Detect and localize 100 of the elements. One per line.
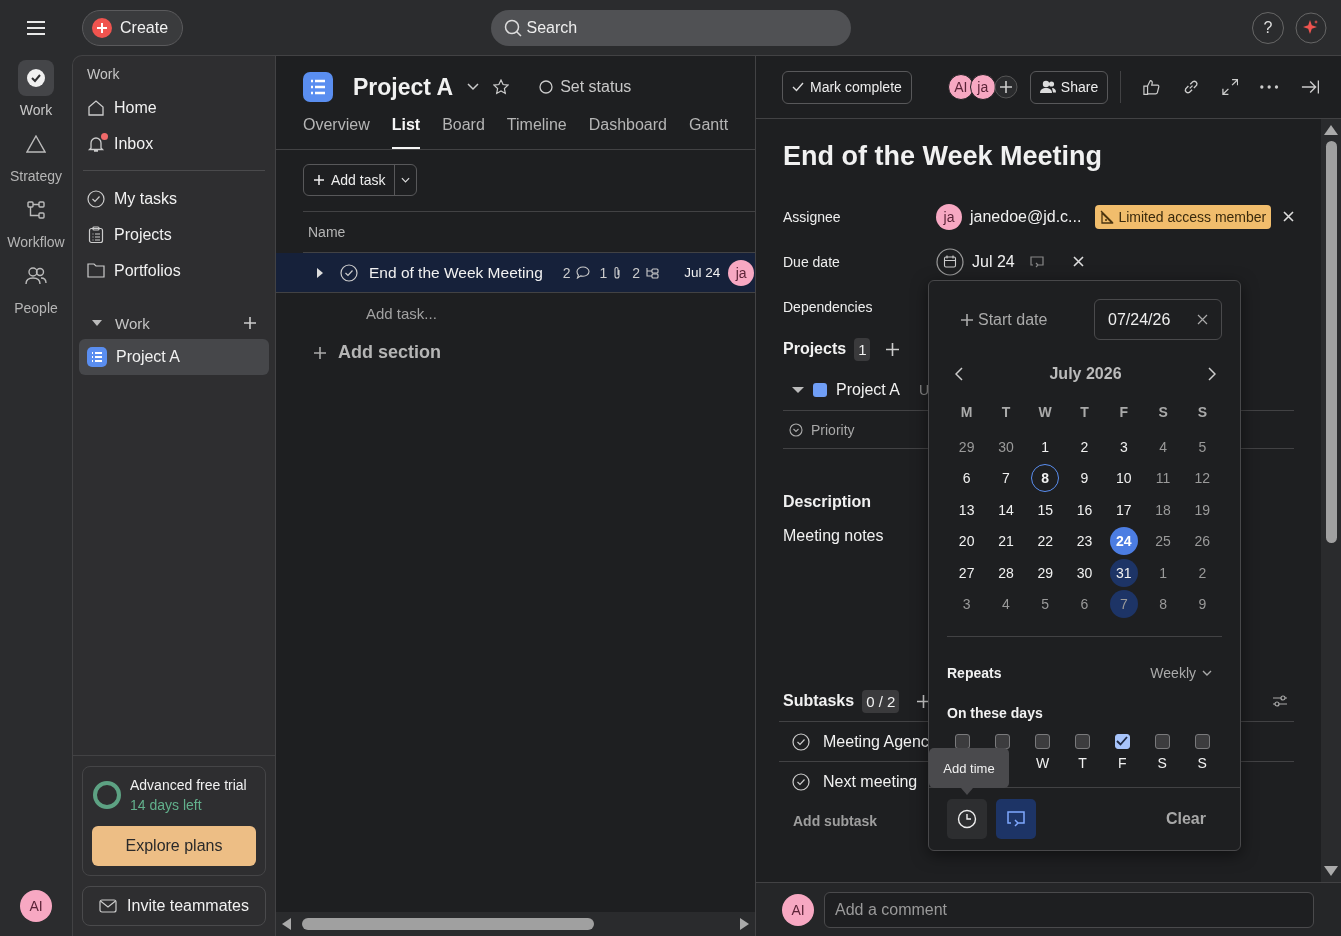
share-button[interactable]: Share xyxy=(1029,70,1109,104)
add-section-button[interactable]: Add section xyxy=(313,342,755,363)
caret-icon[interactable] xyxy=(792,385,804,394)
rail-item[interactable]: People xyxy=(14,258,58,316)
calendar-day[interactable]: 9 xyxy=(1188,590,1217,619)
assignee-email[interactable]: janedoe@jd.c... xyxy=(970,207,1082,226)
sidebar-item[interactable]: Portfolios xyxy=(79,253,269,289)
add-collaborator-icon[interactable] xyxy=(993,75,1018,99)
calendar-day[interactable]: 27 xyxy=(952,558,981,587)
add-icon[interactable] xyxy=(243,316,257,330)
calendar-day[interactable]: 7 xyxy=(991,464,1020,493)
calendar-day[interactable]: 6 xyxy=(952,464,981,493)
calendar-day[interactable]: 14 xyxy=(991,495,1020,524)
scroll-right-arrow-icon[interactable] xyxy=(739,918,749,930)
task-title[interactable]: End of the Week Meeting xyxy=(783,141,1295,172)
subtask-name[interactable]: Next meeting xyxy=(823,772,918,791)
explore-plans-button[interactable]: Explore plans xyxy=(92,826,256,866)
add-time-button[interactable] xyxy=(947,799,987,839)
calendar-day[interactable]: 1 xyxy=(1149,558,1178,587)
more-icon[interactable] xyxy=(1260,85,1279,89)
sidebar-project[interactable]: Project A xyxy=(79,339,269,375)
sidebar-item[interactable]: Projects xyxy=(79,217,269,253)
calendar-day[interactable]: 16 xyxy=(1070,495,1099,524)
calendar-day[interactable]: 30 xyxy=(1070,558,1099,587)
comment-field[interactable]: Add a comment xyxy=(824,891,1314,928)
tab[interactable]: Gantt xyxy=(689,116,729,149)
check-circle-icon[interactable] xyxy=(792,732,810,751)
repeat-frequency-dropdown[interactable]: Weekly xyxy=(1150,665,1222,681)
calendar-day[interactable]: 24 xyxy=(1109,527,1138,556)
sidebar-item[interactable]: My tasks xyxy=(79,181,269,217)
calendar-day[interactable]: 22 xyxy=(1031,527,1060,556)
calendar-day[interactable]: 29 xyxy=(952,432,981,461)
sidebar-item[interactable]: Home xyxy=(79,90,269,126)
calendar-day[interactable]: 11 xyxy=(1149,464,1178,493)
chevron-down-icon[interactable] xyxy=(467,83,480,91)
mark-complete-button[interactable]: Mark complete xyxy=(782,70,912,104)
calendar-day[interactable]: 23 xyxy=(1070,527,1099,556)
add-icon[interactable] xyxy=(917,694,931,708)
calendar-day[interactable]: 2 xyxy=(1070,432,1099,461)
add-task-row[interactable]: Add task... xyxy=(303,293,755,334)
task-row[interactable]: End of the Week Meeting 2 1 2 Jul 24 ja xyxy=(276,253,755,293)
repeat-button[interactable] xyxy=(996,799,1036,839)
star-icon[interactable] xyxy=(493,79,510,95)
scroll-up-arrow-icon[interactable] xyxy=(1324,125,1339,135)
calendar-day[interactable]: 3 xyxy=(952,590,981,619)
expand-triangle-icon[interactable] xyxy=(316,267,324,278)
calendar-day[interactable]: 17 xyxy=(1109,495,1138,524)
subtask-name[interactable]: Meeting Agenc xyxy=(823,732,929,751)
add-icon[interactable] xyxy=(886,342,900,356)
sidebar-item[interactable]: Inbox xyxy=(79,126,269,162)
rail-item[interactable]: Strategy xyxy=(9,126,63,184)
set-status-button[interactable]: Set status xyxy=(533,77,638,97)
calendar-day[interactable]: 8 xyxy=(1149,590,1178,619)
description-text[interactable]: Meeting notes xyxy=(783,527,884,545)
scroll-down-arrow-icon[interactable] xyxy=(1324,866,1339,876)
calendar-day[interactable]: 18 xyxy=(1149,495,1178,524)
checkbox[interactable] xyxy=(1075,733,1090,749)
section-toggle[interactable]: Work xyxy=(91,314,150,332)
calendar-day[interactable]: 3 xyxy=(1109,432,1138,461)
vertical-scrollbar[interactable] xyxy=(1321,119,1341,882)
calendar-day[interactable]: 2 xyxy=(1188,558,1217,587)
check-circle-icon[interactable] xyxy=(340,263,358,282)
menu-icon[interactable] xyxy=(26,19,46,36)
thumbs-up-icon[interactable] xyxy=(1143,78,1160,96)
due-date-value[interactable]: Jul 24 xyxy=(972,252,1015,271)
close-panel-icon[interactable] xyxy=(1300,79,1319,95)
add-task-button[interactable]: Add task xyxy=(304,165,395,195)
collaborator-avatar[interactable]: ja xyxy=(969,74,996,100)
calendar-day[interactable]: 20 xyxy=(952,527,981,556)
checkbox[interactable] xyxy=(1114,733,1130,749)
calendar-icon[interactable] xyxy=(936,247,964,276)
section-name[interactable]: U xyxy=(919,381,930,398)
date-field[interactable]: 07/24/26 xyxy=(1094,299,1222,340)
project-name[interactable]: Project A xyxy=(836,380,901,399)
calendar-day[interactable]: 13 xyxy=(952,495,981,524)
calendar-day[interactable]: 7 xyxy=(1109,590,1138,619)
calendar-day[interactable]: 4 xyxy=(991,590,1020,619)
calendar-day[interactable]: 21 xyxy=(991,527,1020,556)
assignee-avatar[interactable]: ja xyxy=(728,259,755,286)
tab[interactable]: Overview xyxy=(303,116,370,149)
tab[interactable]: Dashboard xyxy=(588,116,667,149)
calendar-day[interactable]: 19 xyxy=(1188,495,1217,524)
horizontal-scrollbar[interactable] xyxy=(276,912,755,936)
calendar-day[interactable]: 26 xyxy=(1188,527,1217,556)
calendar-day[interactable]: 5 xyxy=(1188,432,1217,461)
checkbox[interactable] xyxy=(955,733,971,749)
calendar-day[interactable]: 30 xyxy=(991,432,1020,461)
check-circle-icon[interactable] xyxy=(792,772,810,791)
start-date-button[interactable]: Start date xyxy=(947,310,1048,329)
calendar-day[interactable]: 4 xyxy=(1149,432,1178,461)
tab[interactable]: List xyxy=(391,116,421,149)
checkbox[interactable] xyxy=(1194,733,1210,749)
user-avatar[interactable]: AI xyxy=(20,890,52,922)
close-icon[interactable] xyxy=(1197,314,1208,325)
calendar-day[interactable]: 6 xyxy=(1070,590,1099,619)
calendar-day[interactable]: 15 xyxy=(1031,495,1060,524)
checkbox[interactable] xyxy=(1035,733,1051,749)
chevron-left-icon[interactable] xyxy=(955,367,963,381)
calendar-day[interactable]: 10 xyxy=(1109,464,1138,493)
chevron-right-icon[interactable] xyxy=(1208,367,1216,381)
